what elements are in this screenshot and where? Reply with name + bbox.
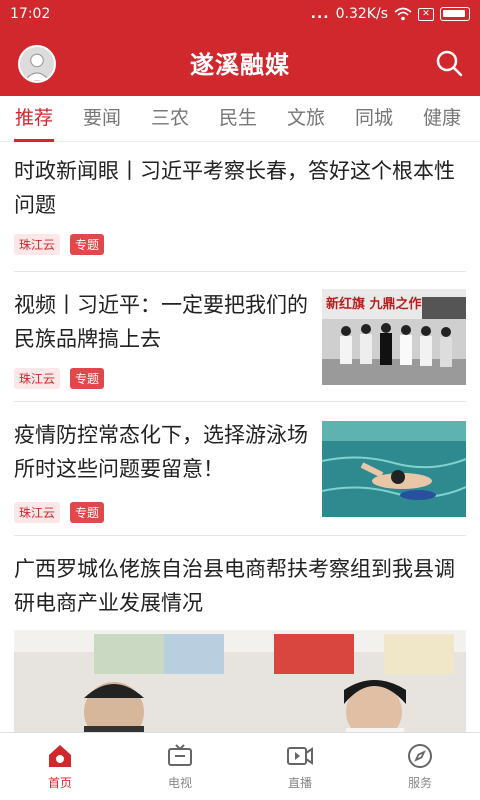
news-item[interactable]: 视频丨习近平：一定要把我们的民族品牌搞上去 珠江云 专题 新红旗 九鼎之作: [14, 272, 466, 402]
news-source: 珠江云: [14, 234, 61, 255]
news-item[interactable]: 广西罗城仫佬族自治县电商帮扶考察组到我县调研电商产业发展情况: [14, 536, 466, 732]
news-item[interactable]: 疫情防控常态化下，选择游泳场所时这些问题要留意！ 珠江云 专题: [14, 402, 466, 536]
news-feed: 时政新闻眼丨习近平考察长春，答好这个根本性问题 珠江云 专题 视频丨习近平：一定…: [0, 142, 480, 732]
meeting-photo-image: [14, 630, 466, 732]
video-camera-icon: [287, 747, 313, 765]
image-caption: 新红旗 九鼎之作: [326, 297, 422, 312]
app-header: 遂溪融媒: [0, 28, 480, 96]
search-icon[interactable]: [434, 48, 464, 78]
tab-agriculture[interactable]: 三农: [136, 96, 204, 142]
sim-icon: ✕: [418, 7, 434, 21]
swimmer-image: [322, 421, 466, 517]
user-avatar-icon: [20, 47, 54, 81]
topic-badge: 专题: [70, 502, 105, 523]
tab-local[interactable]: 同城: [340, 96, 408, 142]
compass-icon: [408, 744, 432, 768]
topic-badge: 专题: [70, 368, 105, 389]
nav-live-label: 直播: [287, 776, 312, 790]
tv-icon: [168, 744, 192, 766]
news-title: 广西罗城仫佬族自治县电商帮扶考察组到我县调研电商产业发展情况: [14, 557, 455, 615]
news-title: 时政新闻眼丨习近平考察长春，答好这个根本性问题: [14, 159, 455, 217]
app-title: 遂溪融媒: [190, 50, 290, 79]
news-title: 视频丨习近平：一定要把我们的民族品牌搞上去: [14, 293, 308, 351]
topic-badge: 专题: [70, 234, 105, 255]
nav-home-label: 首页: [47, 776, 72, 790]
bottom-nav: 首页 电视 直播 服务: [0, 732, 480, 800]
battery-icon: [440, 7, 470, 21]
news-item[interactable]: 时政新闻眼丨习近平考察长春，答好这个根本性问题 珠江云 专题: [14, 154, 466, 272]
news-meta: 珠江云 专题: [14, 234, 466, 255]
nav-tv-label: 电视: [167, 776, 192, 790]
status-bar: 17:02 ... 0.32K/s ✕: [0, 0, 480, 28]
news-title: 疫情防控常态化下，选择游泳场所时这些问题要留意！: [14, 423, 308, 481]
wifi-icon: [394, 7, 412, 21]
category-tabs: 推荐 要闻 三农 民生 文旅 同城 健康: [0, 96, 480, 142]
network-speed: 0.32K/s: [335, 6, 388, 22]
nav-live[interactable]: 直播: [240, 733, 360, 800]
tab-health[interactable]: 健康: [408, 96, 476, 142]
tab-headlines[interactable]: 要闻: [68, 96, 136, 142]
news-thumbnail: [322, 421, 466, 517]
status-icons: ... 0.32K/s ✕: [311, 6, 470, 22]
nav-service-label: 服务: [407, 776, 432, 790]
tab-livelihood[interactable]: 民生: [204, 96, 272, 142]
nav-home[interactable]: 首页: [0, 733, 120, 800]
notification-dots: ...: [310, 6, 330, 22]
news-source: 珠江云: [14, 368, 61, 389]
avatar[interactable]: [18, 45, 56, 83]
tab-culture-tourism[interactable]: 文旅: [272, 96, 340, 142]
tab-recommend[interactable]: 推荐: [0, 96, 68, 142]
nav-service[interactable]: 服务: [360, 733, 480, 800]
news-source: 珠江云: [14, 502, 61, 523]
news-thumbnail: 新红旗 九鼎之作: [322, 289, 466, 385]
status-time: 17:02: [10, 6, 51, 22]
home-icon: [49, 745, 71, 767]
nav-tv[interactable]: 电视: [120, 733, 240, 800]
news-large-image: [14, 630, 466, 732]
